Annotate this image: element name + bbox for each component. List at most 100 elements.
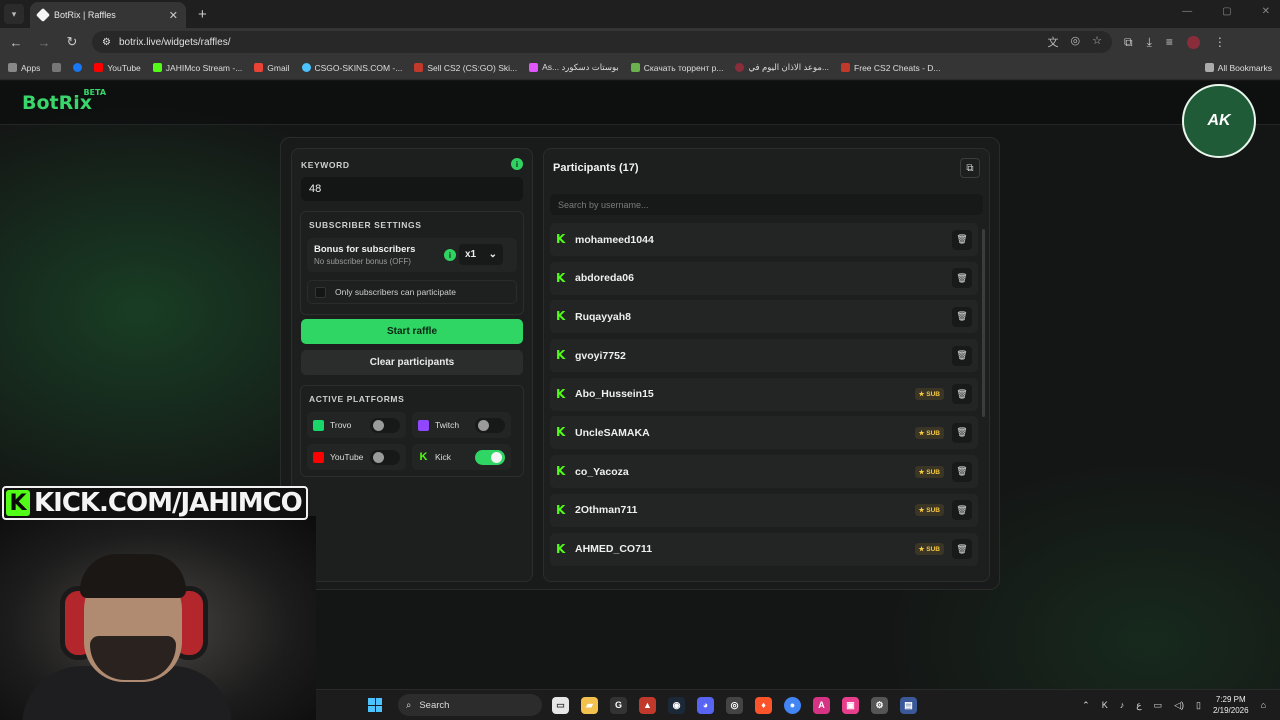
bookmark-facebook[interactable] (73, 63, 83, 72)
bookmark-prayer-times[interactable]: موعد الاذان اليوم في... (735, 62, 829, 73)
bookmark-grid[interactable] (52, 63, 62, 72)
file-explorer-icon[interactable]: ▰ (581, 696, 598, 714)
kick-icon: K (556, 232, 566, 246)
tab-close-icon[interactable]: ✕ (169, 9, 178, 22)
active-tab[interactable]: BotRix | Raffles ✕ (30, 2, 186, 28)
keyword-info-icon[interactable]: i (511, 158, 523, 170)
trash-icon[interactable]: 🗑 (952, 345, 972, 366)
bonus-info-icon[interactable]: i (444, 249, 456, 261)
g-app-icon[interactable]: G (610, 696, 627, 714)
sub-badge: ★ SUB (914, 426, 944, 439)
bookmark-cs2-cheats[interactable]: Free CS2 Cheats - D... (841, 63, 941, 73)
participants-title: Participants (17) (553, 162, 639, 174)
participant-name: Abo_Hussein15 (575, 388, 654, 401)
media-app-icon[interactable]: ▣ (842, 696, 859, 714)
trash-icon[interactable]: 🗑 (952, 268, 972, 289)
address-bar[interactable]: ⚙ botrix.live/widgets/raffles/ 文 ◎ ☆ (92, 31, 1112, 53)
bookmark-youtube[interactable]: YouTube (94, 62, 141, 73)
trash-icon[interactable]: 🗑 (952, 500, 972, 521)
media-control-icon[interactable]: ≡ (1166, 35, 1173, 49)
bookmark-apps[interactable]: Apps (8, 63, 40, 73)
youtube-toggle[interactable] (370, 449, 400, 465)
a-app-icon[interactable]: A (813, 696, 830, 714)
taskbar-search[interactable]: ⌕ Search (398, 694, 542, 716)
bookmark-kick[interactable]: JAHIMco Stream -... (152, 63, 242, 73)
all-bookmarks[interactable]: All Bookmarks (1204, 63, 1272, 73)
trash-icon[interactable]: 🗑 (952, 539, 972, 559)
red-app-icon[interactable]: ▲ (639, 696, 656, 714)
kick-toggle[interactable] (475, 449, 505, 465)
folder-icon (1204, 63, 1214, 72)
discord-icon[interactable]: ◕ (697, 696, 714, 714)
only-subscribers-label: Only subscribers can participate (335, 287, 456, 297)
active-platforms: ACTIVE PLATFORMS Trovo Twitch YouTube K … (300, 385, 524, 477)
maximize-icon[interactable]: ▢ (1222, 6, 1231, 17)
trash-icon[interactable]: 🗑 (952, 422, 972, 443)
extensions-icon[interactable]: ⧉ (1124, 35, 1133, 50)
keyword-label: KEYWORD (301, 160, 350, 170)
battery-icon[interactable]: ▯ (1196, 700, 1201, 711)
kick-icon: K (556, 386, 566, 401)
twitch-icon (418, 419, 429, 431)
bookmark-star-icon[interactable]: ☆ (1092, 34, 1102, 50)
bookmark-torrent[interactable]: Скачать торрент р... (630, 63, 723, 73)
bookmark-sell-cs2[interactable]: Sell CS2 (CS:GO) Ski... (414, 63, 517, 73)
task-view-icon[interactable]: ▭ (552, 696, 569, 714)
eye-off-icon[interactable]: ◎ (1071, 34, 1081, 50)
download-icon[interactable]: ⤓ (1147, 35, 1152, 50)
trash-icon[interactable]: 🗑 (952, 384, 972, 405)
bookmark-gmail[interactable]: Gmail (254, 63, 290, 73)
settings-gear-icon[interactable]: ⚙ (871, 696, 888, 714)
copy-icon[interactable]: ⧉ (960, 158, 980, 178)
close-window-icon[interactable]: ✕ (1262, 6, 1270, 17)
profile-avatar[interactable] (1186, 35, 1200, 49)
language-indicator[interactable]: ع (1136, 700, 1141, 711)
participant-name: Ruqayyah8 (575, 310, 632, 323)
multiplier-select[interactable]: x1 ⌄ (459, 244, 503, 265)
minimize-icon[interactable]: — (1182, 6, 1192, 17)
trash-icon[interactable]: 🗑 (952, 461, 972, 482)
bookmark-label: YouTube (107, 62, 141, 73)
participant-search-input[interactable] (550, 194, 983, 215)
start-raffle-button[interactable]: Start raffle (301, 319, 523, 344)
tab-search-menu-button[interactable]: ▾ (4, 4, 24, 24)
only-subscribers-checkbox[interactable] (315, 286, 326, 298)
forward-arrow-icon[interactable]: → (36, 35, 52, 50)
taskbar-clock[interactable]: 7:29 PM 2/19/2026 (1213, 694, 1249, 716)
remote-app-icon[interactable]: ▤ (900, 696, 917, 714)
obs-icon[interactable]: ◎ (726, 696, 743, 714)
trash-icon[interactable]: 🗑 (952, 306, 972, 327)
participants-panel: Participants (17) ⧉ K mohameed1044 🗑 K a… (543, 148, 990, 582)
participant-name: co_Yacoza (575, 465, 629, 478)
brave-icon[interactable]: ♦ (755, 696, 772, 714)
new-tab-button[interactable]: + (198, 6, 207, 23)
translate-icon[interactable]: 文 (1048, 34, 1059, 50)
keyword-input[interactable]: 48 (301, 177, 523, 201)
windows-start-icon[interactable] (368, 698, 382, 712)
bookmark-discord-posts[interactable]: As... بوستات دسكورد (529, 62, 619, 73)
notification-bell-icon[interactable]: ⌂ (1261, 700, 1266, 710)
multiplier-value: x1 (465, 249, 477, 260)
mic-icon[interactable]: ♪ (1120, 700, 1125, 710)
cheats-icon (841, 63, 851, 72)
tray-overflow-icon[interactable]: ⌃ (1082, 700, 1090, 711)
participant-list-scrollbar[interactable] (982, 229, 985, 417)
botrix-logo[interactable]: BotRix BETA (22, 88, 106, 114)
chrome-icon[interactable]: ● (784, 696, 801, 714)
network-icon[interactable]: ▭ (1154, 700, 1163, 711)
twitch-toggle[interactable] (475, 417, 505, 433)
kick-tray-icon[interactable]: K (1102, 700, 1108, 710)
bookmark-csgo-skins[interactable]: CSGO-SKINS.COM -... (301, 63, 402, 73)
volume-icon[interactable]: ◁) (1174, 700, 1184, 711)
trovo-toggle[interactable] (370, 417, 400, 433)
globe-icon (301, 63, 311, 72)
bookmark-label: Sell CS2 (CS:GO) Ski... (427, 62, 518, 73)
back-arrow-icon[interactable]: ← (8, 35, 24, 50)
site-info-icon[interactable]: ⚙ (102, 37, 111, 48)
trash-icon[interactable]: 🗑 (952, 229, 972, 250)
steam-icon[interactable]: ◉ (668, 696, 685, 714)
only-subscribers-option[interactable]: Only subscribers can participate (307, 280, 517, 304)
browser-menu-icon[interactable]: ⋮ (1214, 35, 1226, 49)
clear-participants-button[interactable]: Clear participants (301, 350, 523, 375)
reload-icon[interactable]: ↻ (64, 34, 80, 50)
